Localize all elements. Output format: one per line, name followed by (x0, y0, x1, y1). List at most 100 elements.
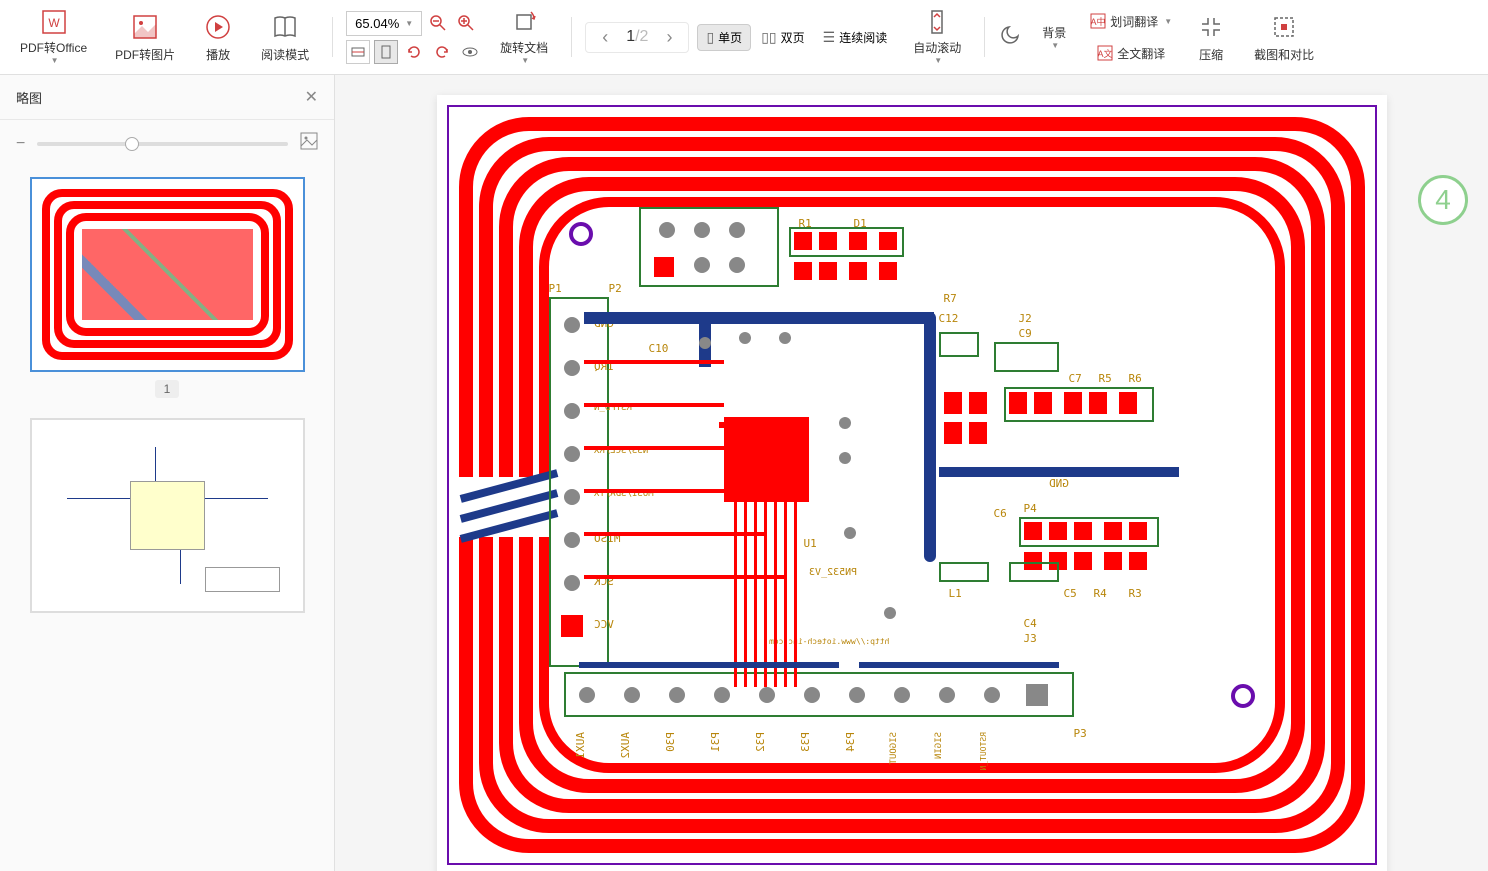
label-p30: P30 (664, 732, 677, 752)
label-p34: P34 (844, 732, 857, 752)
thumbnail-size-control: − (0, 120, 334, 167)
close-sidebar-button[interactable]: ✕ (305, 87, 318, 107)
full-translate-button[interactable]: A文 全文翻译 (1084, 38, 1178, 68)
label: 划词翻译 (1110, 13, 1158, 30)
translate-icon: A中 (1090, 13, 1106, 29)
pdf-to-office-button[interactable]: W PDF转Office▼ (10, 5, 97, 70)
total-pages: 2 (640, 28, 649, 45)
rotate-button[interactable]: 旋转文档▼ (490, 5, 558, 70)
word-translate-button[interactable]: A中 划词翻译 ▼ (1084, 6, 1178, 36)
crop-icon (1271, 12, 1297, 42)
label: 双页 (781, 29, 805, 46)
label: 压缩 (1199, 46, 1223, 63)
dark-mode-button[interactable] (998, 21, 1024, 54)
eye-icon[interactable] (458, 40, 482, 64)
fit-width-icon[interactable] (346, 40, 370, 64)
label-c9: C9 (1019, 327, 1032, 340)
chevron-down-icon: ▼ (934, 56, 942, 65)
label-pn532: PN532_V3 (809, 567, 857, 578)
label-r5: R5 (1099, 372, 1112, 385)
next-page-button[interactable]: › (658, 27, 680, 48)
double-page-button[interactable]: ▯▯ 双页 (753, 24, 812, 51)
label-sigout: SIGOUT (889, 732, 899, 765)
label: 阅读模式 (261, 46, 309, 63)
pcb-layout: R1 D1 R7 C12 J2 C9 C7 R5 R6 (447, 105, 1377, 865)
zoom-dropdown[interactable]: 65.04% ▼ (346, 11, 422, 36)
auto-scroll-button[interactable]: 自动滚动▼ (903, 5, 971, 70)
label-c6: C6 (994, 507, 1007, 520)
label-r6: R6 (1129, 372, 1142, 385)
label: PDF转图片 (115, 46, 175, 63)
label-vcc: VCC (594, 618, 614, 631)
svg-text:A中: A中 (1091, 16, 1106, 27)
label: PDF转Office (20, 39, 87, 56)
label-aux1: AUX1 (574, 732, 587, 759)
prev-page-button[interactable]: ‹ (594, 27, 616, 48)
label-aux2: AUX2 (619, 732, 632, 759)
label: 旋转文档 (500, 39, 548, 56)
separator (984, 17, 985, 57)
label: 连续阅读 (839, 29, 887, 46)
play-button[interactable]: 播放 (193, 5, 243, 70)
refresh-icon[interactable] (402, 40, 426, 64)
compress-button[interactable]: 压缩 (1186, 5, 1236, 70)
label-gnd2: GND (1049, 477, 1069, 490)
slider-thumb[interactable] (125, 137, 139, 151)
label-rstout: RSTOUT_N (979, 732, 988, 771)
chevron-down-icon: ▼ (521, 56, 529, 65)
sidebar-header: 略图 ✕ (0, 75, 334, 120)
gallery-icon[interactable] (300, 132, 318, 155)
label: 截图和对比 (1254, 46, 1314, 63)
chevron-down-icon: ▼ (405, 19, 413, 28)
scroll-icon (924, 9, 950, 35)
continuous-button[interactable]: ☰ 连续阅读 (815, 24, 896, 51)
label: 播放 (206, 46, 230, 63)
image-icon (132, 12, 158, 42)
page-navigation: ‹ 1/2 › (585, 22, 689, 53)
fit-page-icon[interactable] (374, 40, 398, 64)
double-page-icon: ▯▯ (761, 29, 776, 46)
thumb-preview (30, 177, 305, 372)
pdf-to-image-button[interactable]: PDF转图片 (105, 5, 185, 70)
play-icon (205, 12, 231, 42)
redo-icon[interactable] (430, 40, 454, 64)
label: 全文翻译 (1117, 45, 1165, 62)
translate-icon: A文 (1097, 45, 1113, 61)
thumbnail-2[interactable] (30, 418, 304, 613)
zoom-out-small-icon[interactable]: − (16, 135, 25, 153)
page-1: R1 D1 R7 C12 J2 C9 C7 R5 R6 (437, 95, 1387, 871)
label-p2: P2 (609, 282, 622, 295)
size-slider[interactable] (37, 142, 288, 146)
toolbar: W PDF转Office▼ PDF转图片 播放 阅读模式 65.04% ▼ (0, 0, 1488, 75)
label-sigin: SIGIN (934, 732, 944, 759)
zoom-out-icon[interactable] (426, 11, 450, 35)
chevron-down-icon: ▼ (1164, 17, 1172, 26)
label-p1: P1 (549, 282, 562, 295)
label-j2: J2 (1019, 312, 1032, 325)
label-p31: P31 (709, 732, 722, 752)
floating-badge[interactable]: 4 (1418, 175, 1468, 225)
thumbnail-1[interactable]: 1 (30, 177, 304, 398)
thumbnails-list: 1 (0, 167, 334, 871)
zoom-in-icon[interactable] (454, 11, 478, 35)
label-c7: C7 (1069, 372, 1082, 385)
background-button[interactable]: 背景▼ (1032, 5, 1076, 70)
page-input[interactable]: 1/2 (626, 28, 648, 46)
reading-mode-button[interactable]: 阅读模式 (251, 5, 319, 70)
word-icon: W (41, 9, 67, 35)
zoom-value: 65.04% (355, 16, 399, 31)
label-l1: L1 (949, 587, 962, 600)
thumb-number: 1 (155, 380, 179, 398)
label-p4: P4 (1024, 502, 1037, 515)
document-viewer[interactable]: R1 D1 R7 C12 J2 C9 C7 R5 R6 (335, 75, 1488, 871)
label: 单页 (718, 29, 742, 46)
screenshot-button[interactable]: 截图和对比 (1244, 5, 1324, 70)
thumb-preview (30, 418, 305, 613)
chevron-down-icon: ▼ (51, 56, 59, 65)
label-p33: P33 (799, 732, 812, 752)
label-c4: C4 (1024, 617, 1037, 630)
separator (571, 17, 572, 57)
single-page-button[interactable]: ▯ 单页 (697, 24, 751, 51)
label-p32: P32 (754, 732, 767, 752)
main-area: 略图 ✕ − 1 (0, 75, 1488, 871)
